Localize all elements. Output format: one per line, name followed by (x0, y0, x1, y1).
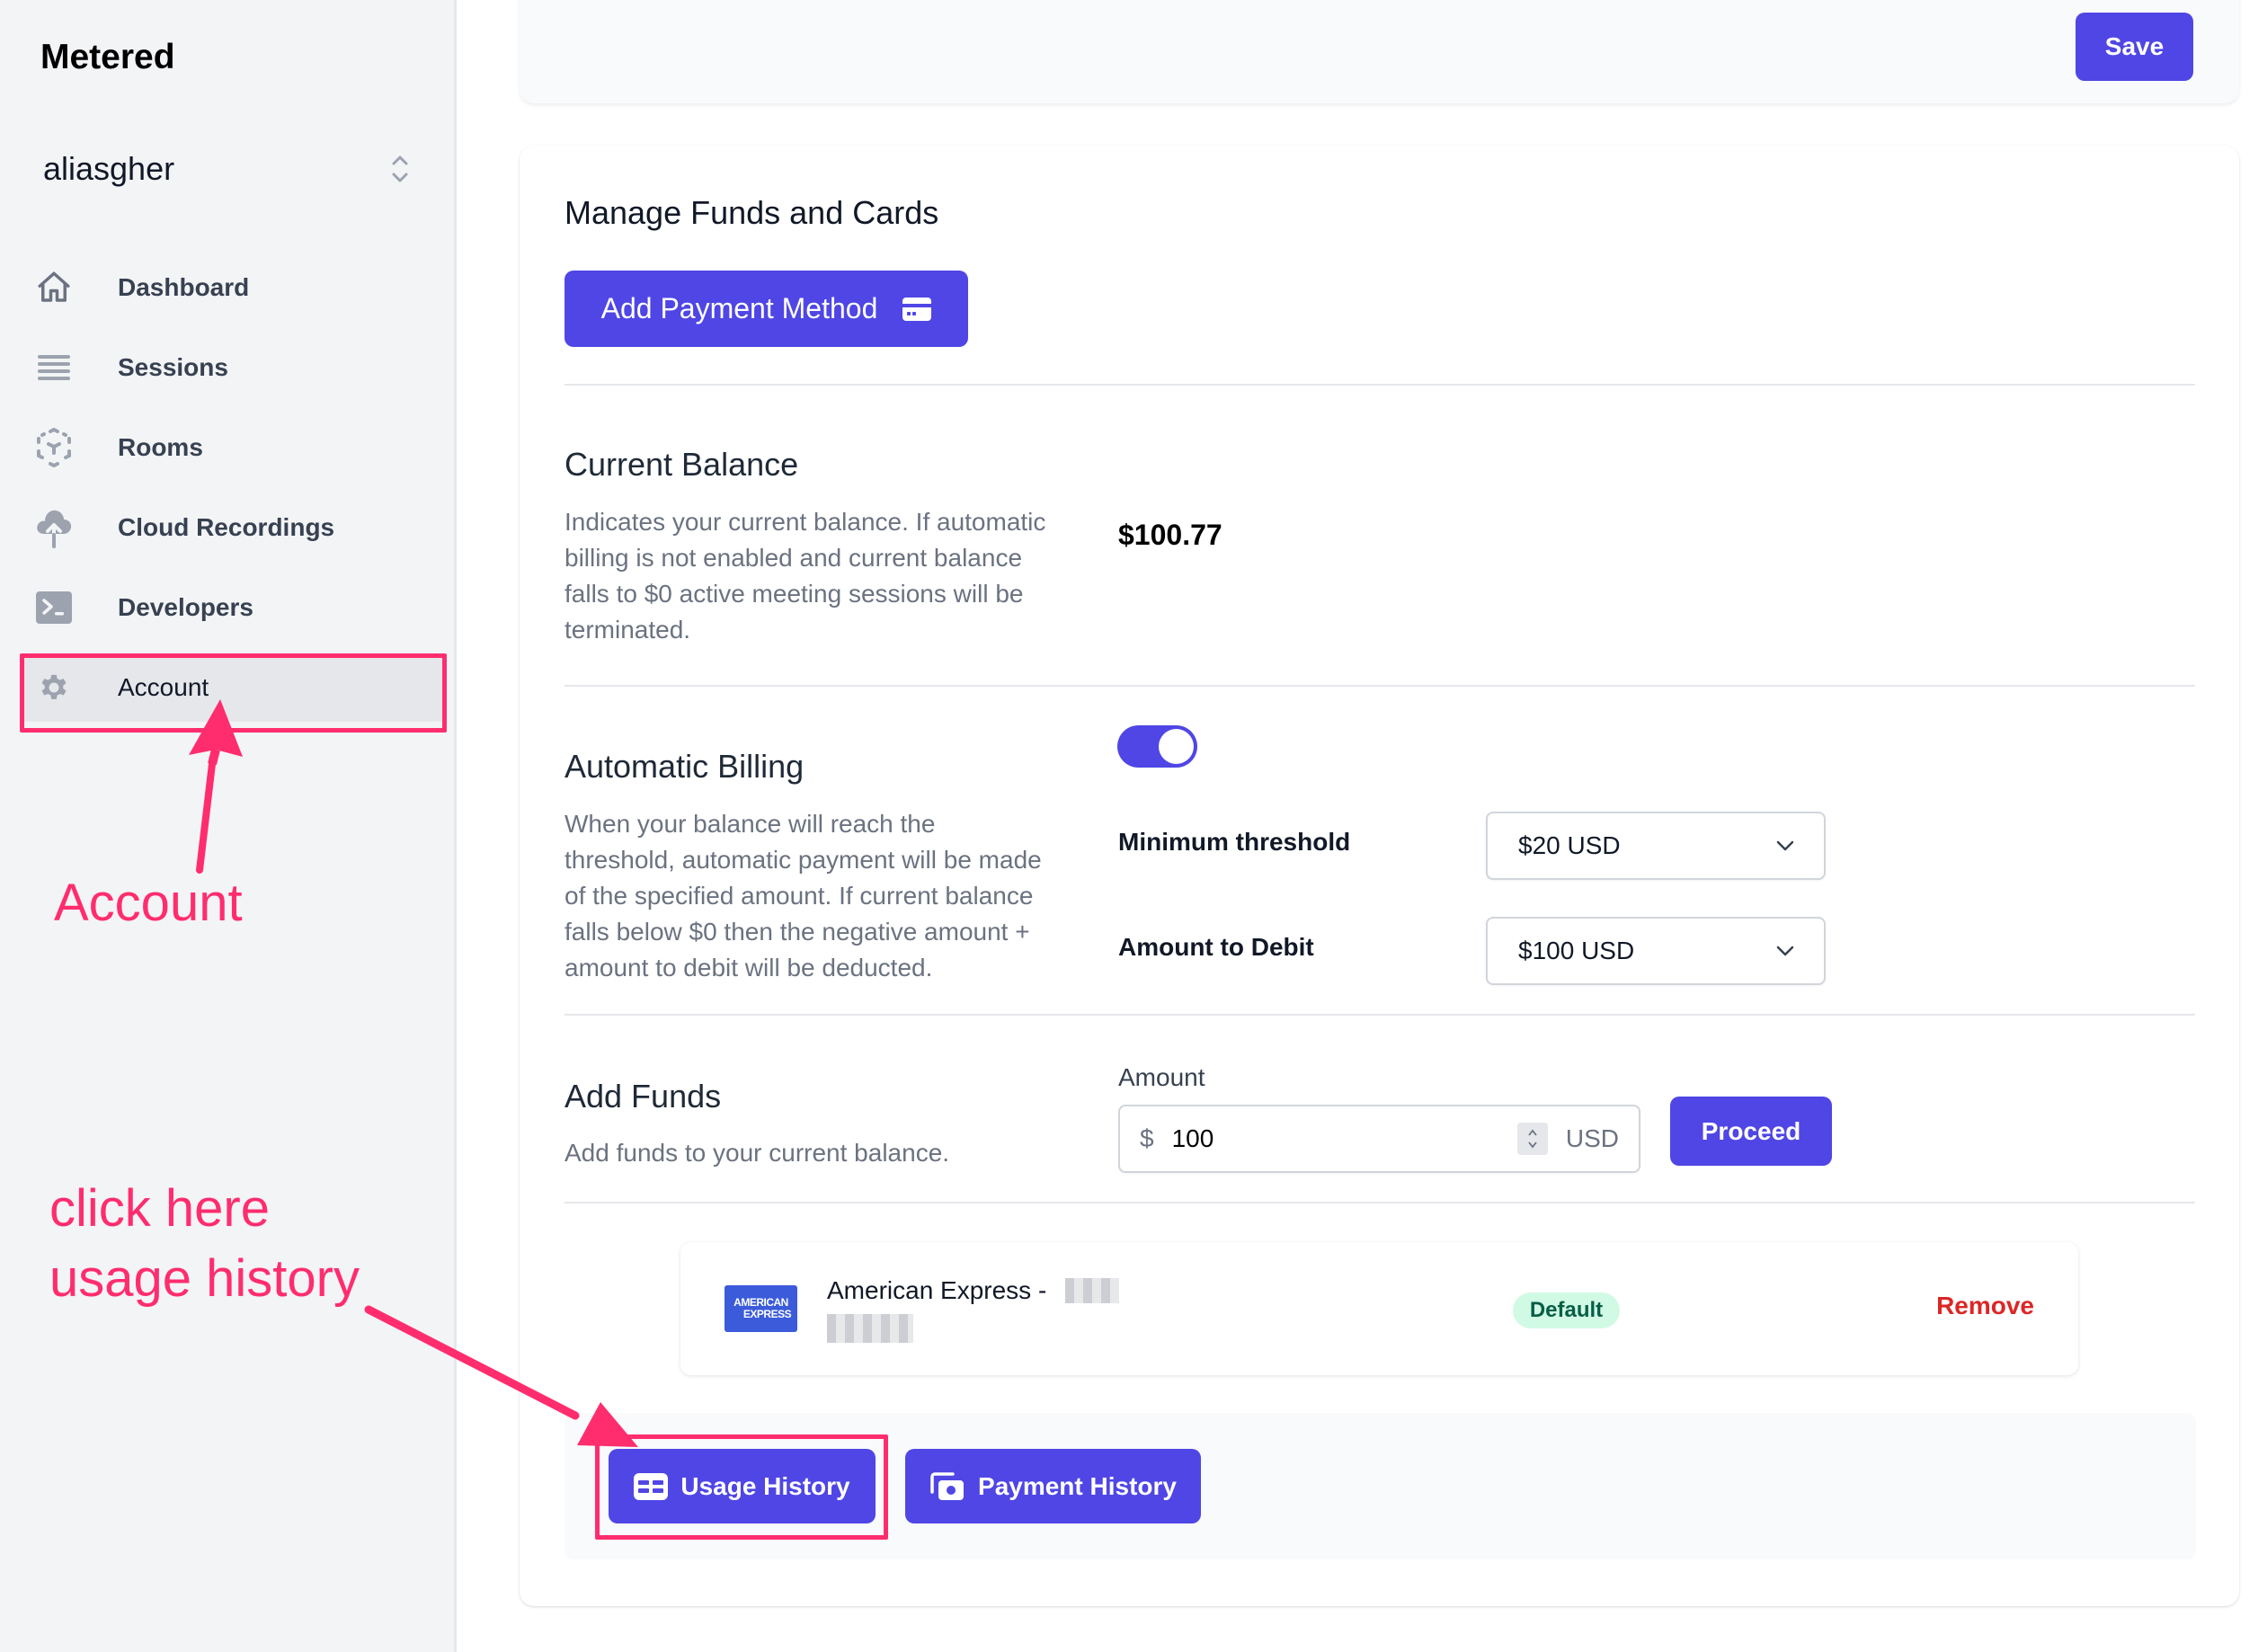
cash-icon (930, 1471, 965, 1500)
desc-line: falls below $0 then the negative amount … (565, 918, 1030, 946)
minimum-threshold-value: $20 USD (1518, 831, 1621, 859)
sidebar-item-rooms[interactable]: Rooms (20, 413, 445, 482)
section-title-add-funds: Add Funds (565, 1078, 722, 1115)
credit-card-icon (902, 297, 932, 321)
amount-label: Amount (1118, 1063, 1205, 1091)
divider (565, 685, 2195, 687)
amount-stepper[interactable] (1516, 1123, 1548, 1155)
sidebar-item-developers[interactable]: Developers (20, 573, 445, 642)
save-button[interactable]: Save (2076, 13, 2193, 81)
proceed-button[interactable]: Proceed (1670, 1097, 1832, 1166)
current-balance-description: Indicates your current balance. If autom… (565, 504, 1045, 648)
divider (565, 1202, 2195, 1203)
desc-line: When your balance will reach the (565, 810, 936, 838)
chevron-down-icon (1776, 946, 1794, 956)
minimum-threshold-select[interactable]: $20 USD (1486, 812, 1826, 880)
divider (565, 384, 2195, 386)
desc-line: Indicates your current balance. If autom… (565, 508, 1046, 536)
payment-history-label: Payment History (978, 1471, 1177, 1500)
add-funds-description: Add funds to your current balance. (565, 1139, 950, 1167)
sidebar-item-label: Developers (118, 593, 253, 621)
amount-to-debit-label: Amount to Debit (1118, 933, 1314, 961)
home-icon (34, 268, 74, 307)
desc-line: terminated. (565, 616, 691, 644)
desc-line: of the specified amount. If current bala… (565, 882, 1034, 910)
cube-icon (34, 428, 74, 467)
amex-logo-line: EXPRESS (742, 1308, 792, 1320)
sidebar-item-label: Cloud Recordings (118, 513, 335, 541)
brand-logo: Metered (40, 38, 175, 76)
top-action-bar (520, 0, 2239, 103)
automatic-billing-description: When your balance will reach the thresho… (565, 806, 1042, 986)
section-title-manage-funds: Manage Funds and Cards (565, 194, 939, 231)
desc-line: threshold, automatic payment will be mad… (565, 846, 1042, 874)
terminal-icon (34, 588, 74, 627)
default-badge: Default (1513, 1292, 1620, 1328)
section-title-current-balance: Current Balance (565, 446, 799, 483)
org-switcher[interactable]: aliasgher (43, 149, 412, 189)
sidebar: Metered aliasgher Dashboard Sessions Roo… (0, 0, 457, 1652)
currency-suffix: USD (1565, 1124, 1619, 1152)
current-balance-value: $100.77 (1118, 519, 1222, 551)
sidebar-item-label: Sessions (118, 353, 228, 381)
sidebar-item-cloud-recordings[interactable]: Cloud Recordings (20, 493, 445, 562)
list-icon (34, 348, 74, 387)
card-name: American Express - (827, 1276, 1047, 1304)
sidebar-item-sessions[interactable]: Sessions (20, 333, 445, 402)
sidebar-item-label: Account (118, 673, 209, 701)
amount-value: 100 (1171, 1124, 1214, 1152)
amex-logo-icon: AMERICAN EXPRESS (725, 1285, 797, 1332)
chevron-down-icon (1776, 840, 1794, 851)
annotation-usage-note: click here usage history (49, 1174, 360, 1315)
cloud-upload-icon (34, 508, 74, 548)
amount-input[interactable]: $ 100 USD (1118, 1105, 1640, 1173)
sidebar-item-account[interactable]: Account (20, 653, 445, 722)
redacted-card-digits (1065, 1278, 1119, 1303)
annotation-line: usage history (49, 1249, 360, 1309)
chevron-up-down-icon (392, 155, 408, 182)
desc-line: billing is not enabled and current balan… (565, 544, 1023, 572)
section-title-automatic-billing: Automatic Billing (565, 748, 805, 785)
add-payment-method-button[interactable]: Add Payment Method (565, 271, 968, 347)
annotation-line: click here (49, 1179, 270, 1238)
remove-card-link[interactable]: Remove (1936, 1292, 2034, 1320)
minimum-threshold-label: Minimum threshold (1118, 828, 1351, 856)
amount-to-debit-value: $100 USD (1518, 937, 1635, 964)
add-payment-method-label: Add Payment Method (600, 292, 878, 324)
toggle-knob (1159, 729, 1194, 764)
payment-card-row: AMERICAN EXPRESS American Express - Defa… (680, 1242, 2078, 1375)
desc-line: falls to $0 active meeting sessions will… (565, 580, 1024, 608)
sidebar-item-dashboard[interactable]: Dashboard (20, 253, 445, 322)
sidebar-item-label: Rooms (118, 433, 203, 461)
desc-line: amount to debit will be deducted. (565, 954, 933, 981)
sidebar-item-label: Dashboard (118, 273, 250, 301)
amount-to-debit-select[interactable]: $100 USD (1486, 917, 1826, 985)
gear-icon (34, 668, 74, 707)
divider (565, 1014, 2195, 1016)
stepper-arrows-icon (1528, 1129, 1537, 1149)
table-icon (634, 1472, 669, 1500)
currency-prefix: $ (1140, 1124, 1154, 1152)
org-name: aliasgher (43, 150, 175, 187)
payment-history-button[interactable]: Payment History (905, 1449, 1201, 1523)
usage-history-button[interactable]: Usage History (609, 1449, 876, 1523)
usage-history-label: Usage History (680, 1471, 850, 1500)
redacted-card-expiry (827, 1314, 913, 1343)
annotation-account-note: Account (54, 874, 243, 932)
automatic-billing-toggle[interactable] (1117, 725, 1197, 768)
